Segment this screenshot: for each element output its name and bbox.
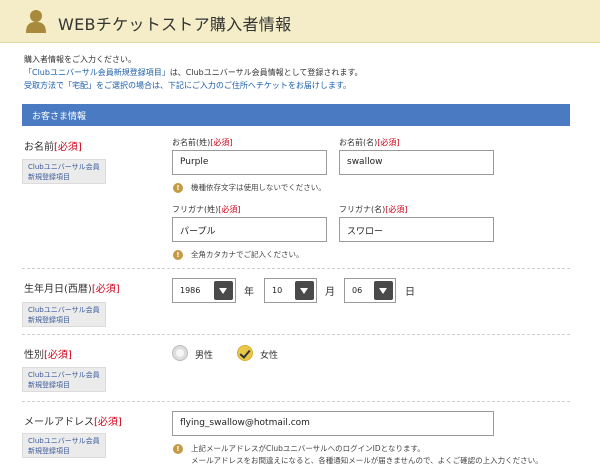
kana-last-label: フリガナ(姓)[必須] <box>172 204 241 215</box>
warning-icon: ! <box>173 250 183 260</box>
name-note-text: 機種依存文字は使用しないでください。 <box>191 183 326 192</box>
birth-day-select[interactable]: 06 <box>344 278 396 303</box>
required-mark: [必須] <box>94 417 122 428</box>
warning-icon: ! <box>173 183 183 193</box>
month-unit: 月 <box>325 287 335 298</box>
email-note: ! 上記メールアドレスがClubユニバーサルへのログインIDとなります。 メール… <box>173 443 543 467</box>
required-mark: [必須] <box>44 350 72 361</box>
kana-last-label-text: フリガナ(姓) <box>172 205 219 214</box>
kana-note: ! 全角カタカナでご記入ください。 <box>173 249 304 261</box>
gender-female-label[interactable]: 女性 <box>260 348 278 361</box>
email-row-label: メールアドレス[必須] <box>24 413 122 428</box>
email-input[interactable]: flying_swallow@hotmail.com <box>172 411 494 436</box>
last-name-input[interactable]: Purple <box>172 150 327 175</box>
person-icon <box>26 10 46 33</box>
kana-last-input[interactable]: パープル <box>172 217 327 242</box>
required-mark: [必須] <box>91 284 120 295</box>
badge-line-1: Clubユニバーサル会員 <box>28 371 100 379</box>
gender-female-radio[interactable] <box>237 345 253 361</box>
birth-month-select[interactable]: 10 <box>264 278 317 303</box>
day-unit: 日 <box>405 287 415 298</box>
last-name-label-text: お名前(姓) <box>172 138 211 147</box>
kana-first-label-text: フリガナ(名) <box>339 205 386 214</box>
badge-line-1: Clubユニバーサル会員 <box>28 306 100 314</box>
first-name-label-text: お名前(名) <box>339 138 378 147</box>
birth-year-select[interactable]: 1986 <box>172 278 236 303</box>
badge-line-2: 新規登録項目 <box>28 447 70 455</box>
page-header: WEBチケットストア購入者情報 <box>0 0 600 43</box>
badge-line-2: 新規登録項目 <box>28 173 70 181</box>
badge-line-1: Clubユニバーサル会員 <box>28 163 100 171</box>
gender-male-label[interactable]: 男性 <box>195 348 213 361</box>
club-member-badge: Clubユニバーサル会員 新規登録項目 <box>22 433 106 458</box>
badge-line-2: 新規登録項目 <box>28 381 70 389</box>
divider <box>22 401 570 402</box>
gender-male-radio[interactable] <box>172 345 188 361</box>
chevron-down-icon[interactable] <box>295 281 314 300</box>
last-name-label: お名前(姓)[必須] <box>172 137 233 148</box>
first-name-input[interactable]: swallow <box>339 150 494 175</box>
required-mark: [必須] <box>210 138 233 147</box>
club-member-badge: Clubユニバーサル会員 新規登録項目 <box>22 367 106 392</box>
intro-line-2-rest: は、Clubユニバーサル会員情報として登録されます。 <box>169 68 363 77</box>
intro-line-3: 受取方法で「宅配」をご選択の場合は、下記にご入力のご住所へチケットをお届けします… <box>24 81 352 90</box>
intro-line-1: 購入者情報をご入力ください。 <box>24 55 136 64</box>
badge-line-1: Clubユニバーサル会員 <box>28 437 100 445</box>
section-header: お客さま情報 <box>22 104 570 126</box>
kana-first-label: フリガナ(名)[必須] <box>339 204 408 215</box>
intro-highlight: 「Clubユニバーサル会員新規登録項目」 <box>24 68 170 77</box>
club-member-badge: Clubユニバーサル会員 新規登録項目 <box>22 159 106 184</box>
warning-icon: ! <box>173 444 183 454</box>
required-mark: [必須] <box>385 205 408 214</box>
year-unit: 年 <box>244 287 254 298</box>
kana-note-text: 全角カタカナでご記入ください。 <box>191 250 304 259</box>
kana-first-input[interactable]: スワロー <box>339 217 494 242</box>
club-member-badge: Clubユニバーサル会員 新規登録項目 <box>22 302 106 327</box>
email-label: メールアドレス <box>24 417 94 428</box>
name-label: お名前 <box>24 142 54 153</box>
birth-month-value: 10 <box>272 286 283 295</box>
required-mark: [必須] <box>377 138 400 147</box>
birthday-label: 生年月日(西暦) <box>24 284 92 295</box>
name-row-label: お名前[必須] <box>24 138 82 153</box>
chevron-down-icon[interactable] <box>374 281 393 300</box>
chevron-down-icon[interactable] <box>214 281 233 300</box>
intro-text: 購入者情報をご入力ください。 「Clubユニバーサル会員新規登録項目」は、Clu… <box>24 53 363 92</box>
required-mark: [必須] <box>54 142 82 153</box>
page-title: WEBチケットストア購入者情報 <box>58 15 292 34</box>
birth-year-value: 1986 <box>180 286 201 295</box>
gender-label: 性別 <box>24 350 44 361</box>
name-note: ! 機種依存文字は使用しないでください。 <box>173 182 326 194</box>
intro-line-2: 「Clubユニバーサル会員新規登録項目」は、Clubユニバーサル会員情報として登… <box>24 66 363 79</box>
email-note-line-2: メールアドレスをお間違えになると、各種通知メールが届きませんので、よくご確認の上… <box>191 456 543 465</box>
birthday-row-label: 生年月日(西暦)[必須] <box>24 280 120 295</box>
required-mark: [必須] <box>218 205 241 214</box>
birth-day-value: 06 <box>352 286 363 295</box>
first-name-label: お名前(名)[必須] <box>339 137 400 148</box>
divider <box>22 268 570 269</box>
badge-line-2: 新規登録項目 <box>28 316 70 324</box>
email-note-line-1: 上記メールアドレスがClubユニバーサルへのログインIDとなります。 <box>191 444 425 453</box>
gender-row-label: 性別[必須] <box>24 346 72 361</box>
divider <box>22 334 570 335</box>
